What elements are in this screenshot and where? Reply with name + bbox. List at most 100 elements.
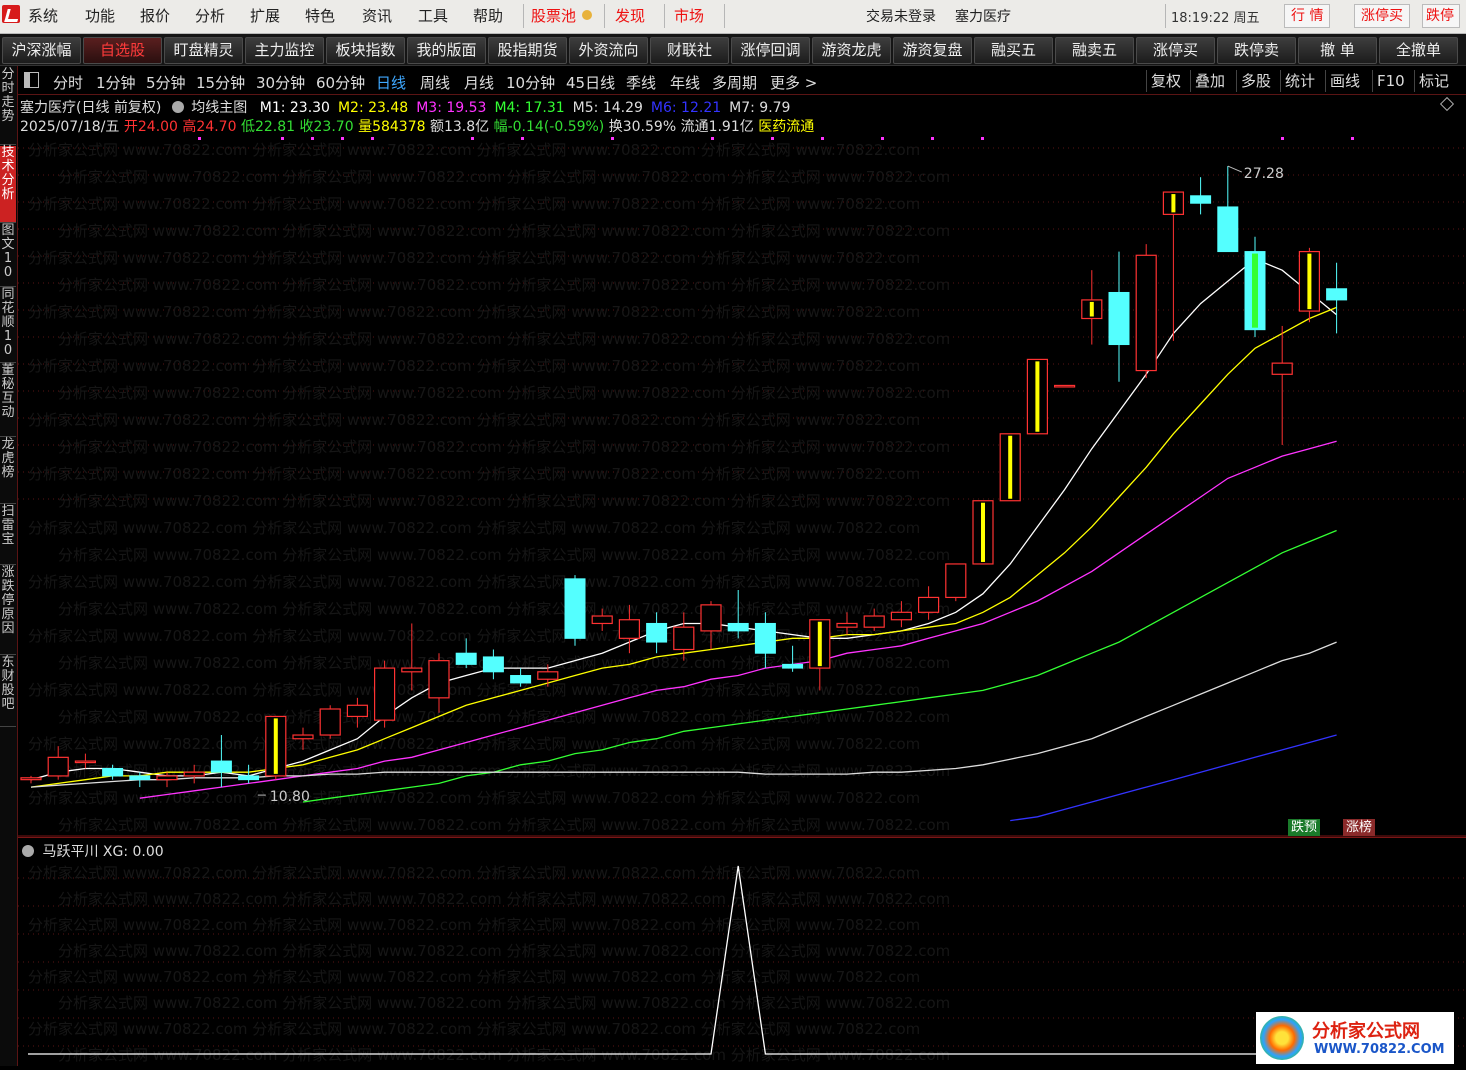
menu-help[interactable]: 帮助 bbox=[473, 5, 503, 26]
candle-body bbox=[47, 756, 69, 777]
menu-discover[interactable]: 发现 bbox=[615, 5, 645, 26]
menu-stock-pool[interactable]: 股票池 bbox=[531, 5, 576, 26]
candle-body bbox=[1271, 362, 1293, 375]
toolbar-button-11[interactable]: 游资复盘 bbox=[893, 37, 972, 64]
chart-tool-4[interactable]: 画线 bbox=[1325, 70, 1364, 92]
toolbar-button-8[interactable]: 财联社 bbox=[650, 37, 729, 64]
chart-tool-1[interactable]: 叠加 bbox=[1190, 70, 1229, 92]
menu-market[interactable]: 市场 bbox=[674, 5, 704, 26]
toolbar-button-10[interactable]: 游资龙虎 bbox=[812, 37, 891, 64]
candle-body bbox=[863, 615, 885, 628]
menu-analysis[interactable]: 分析 bbox=[195, 5, 225, 26]
sub-watermark-text: 分析家公式网 www.70822.com 分析家公式网 www.70822.co… bbox=[58, 942, 950, 960]
left-tab-2[interactable]: 图文10 bbox=[0, 224, 16, 287]
period-5[interactable]: 60分钟 bbox=[316, 72, 365, 93]
toolbar-button-16[interactable]: 撤 单 bbox=[1298, 37, 1377, 64]
menu-quote[interactable]: 报价 bbox=[140, 5, 170, 26]
signal-dot bbox=[521, 137, 524, 140]
watermark-text: 分析家公式网 www.70822.com 分析家公式网 www.70822.co… bbox=[58, 384, 950, 402]
period-9[interactable]: 10分钟 bbox=[506, 72, 555, 93]
toolbar-button-15[interactable]: 跌停卖 bbox=[1217, 37, 1296, 64]
period-1[interactable]: 1分钟 bbox=[96, 72, 136, 93]
period-4[interactable]: 30分钟 bbox=[256, 72, 305, 93]
period-2[interactable]: 5分钟 bbox=[146, 72, 186, 93]
chart-tool-3[interactable]: 统计 bbox=[1280, 70, 1319, 92]
period-12[interactable]: 年线 bbox=[670, 72, 700, 93]
menu-tools[interactable]: 工具 bbox=[418, 5, 448, 26]
watermark-text: 分析家公式网 www.70822.com 分析家公式网 www.70822.co… bbox=[28, 303, 920, 321]
period-6[interactable]: 日线 bbox=[376, 72, 406, 93]
candle-body bbox=[156, 775, 178, 781]
watermark-text: 分析家公式网 www.70822.com 分析家公式网 www.70822.co… bbox=[28, 573, 920, 591]
toolbar-button-14[interactable]: 涨停买 bbox=[1136, 37, 1215, 64]
watermark-text: 分析家公式网 www.70822.com 分析家公式网 www.70822.co… bbox=[28, 735, 920, 753]
candle-body bbox=[673, 626, 695, 651]
toolbar-button-3[interactable]: 主力监控 bbox=[245, 37, 324, 64]
signal-dot bbox=[1281, 137, 1284, 140]
toolbar-button-4[interactable]: 板块指数 bbox=[326, 37, 405, 64]
candle-body bbox=[591, 615, 613, 625]
period-3[interactable]: 15分钟 bbox=[196, 72, 245, 93]
menu-feature[interactable]: 特色 bbox=[305, 5, 335, 26]
max-price-label: 27.28 bbox=[1244, 166, 1284, 182]
sub-watermark-text: 分析家公式网 www.70822.com 分析家公式网 www.70822.co… bbox=[28, 968, 920, 986]
left-tab-8[interactable]: 东财股吧 bbox=[0, 656, 16, 727]
watermark-text: 分析家公式网 www.70822.com 分析家公式网 www.70822.co… bbox=[28, 519, 920, 537]
left-tab-6[interactable]: 扫雷宝 bbox=[0, 505, 16, 565]
left-tab-7[interactable]: 涨跌停原因 bbox=[0, 566, 16, 655]
toolbar-button-1[interactable]: 自选股 bbox=[83, 37, 162, 64]
toolbar-button-6[interactable]: 股指期货 bbox=[488, 37, 567, 64]
sub-watermark-text: 分析家公式网 www.70822.com 分析家公式网 www.70822.co… bbox=[58, 890, 950, 908]
menu-extend[interactable]: 扩展 bbox=[250, 5, 280, 26]
menu-system[interactable]: 系统 bbox=[28, 5, 58, 26]
left-tab-0[interactable]: 分时走势 bbox=[0, 68, 16, 145]
tab-limit-down[interactable]: 跌停 bbox=[1422, 4, 1460, 28]
left-tab-4[interactable]: 董秘互动 bbox=[0, 364, 16, 437]
signal-dot bbox=[198, 137, 201, 140]
signal-dot bbox=[771, 137, 774, 140]
left-tab-3[interactable]: 同花顺10 bbox=[0, 288, 16, 363]
candle-body bbox=[292, 734, 314, 740]
toolbar-button-7[interactable]: 外资流向 bbox=[569, 37, 648, 64]
period-10[interactable]: 45日线 bbox=[566, 72, 615, 93]
toolbar-button-13[interactable]: 融卖五 bbox=[1055, 37, 1134, 64]
panel-toggle-icon[interactable] bbox=[24, 72, 39, 88]
candle-body bbox=[183, 771, 205, 777]
signal-dot bbox=[711, 137, 714, 140]
sub-indicator-chart[interactable]: 分析家公式网 www.70822.com 分析家公式网 www.70822.co… bbox=[18, 838, 1466, 1068]
chart-tool-6[interactable]: 标记 bbox=[1414, 70, 1453, 92]
chart-tool-0[interactable]: 复权 bbox=[1146, 70, 1185, 92]
period-11[interactable]: 季线 bbox=[626, 72, 656, 93]
menu-news[interactable]: 资讯 bbox=[362, 5, 392, 26]
signal-dot bbox=[471, 137, 474, 140]
sub-watermark-text: 分析家公式网 www.70822.com 分析家公式网 www.70822.co… bbox=[58, 1046, 950, 1064]
toolbar-button-12[interactable]: 融买五 bbox=[974, 37, 1053, 64]
chart-tool-5[interactable]: F10 bbox=[1372, 70, 1409, 92]
watermark-text: 分析家公式网 www.70822.com 分析家公式网 www.70822.co… bbox=[58, 330, 950, 348]
toolbar-button-0[interactable]: 沪深涨幅 bbox=[2, 37, 81, 64]
toolbar-button-5[interactable]: 我的版面 bbox=[407, 37, 486, 64]
menu-function[interactable]: 功能 bbox=[85, 5, 115, 26]
tab-quote[interactable]: 行 情 bbox=[1284, 4, 1331, 28]
toolbar-button-17[interactable]: 全撤单 bbox=[1379, 37, 1458, 64]
period-8[interactable]: 月线 bbox=[464, 72, 494, 93]
toolbar-button-2[interactable]: 盯盘精灵 bbox=[164, 37, 243, 64]
period-14[interactable]: 更多 > bbox=[770, 72, 817, 93]
signal-dot bbox=[981, 137, 984, 140]
toolbar-button-9[interactable]: 涨停回调 bbox=[731, 37, 810, 64]
app-logo-icon[interactable] bbox=[2, 5, 20, 23]
candle-limit-marker bbox=[1252, 253, 1258, 328]
period-13[interactable]: 多周期 bbox=[712, 72, 757, 93]
period-0[interactable]: 分时 bbox=[53, 72, 83, 93]
watermark-text: 分析家公式网 www.70822.com 分析家公式网 www.70822.co… bbox=[58, 600, 950, 618]
login-status[interactable]: 交易未登录 bbox=[866, 6, 936, 26]
kline-chart[interactable]: 分析家公式网 www.70822.com 分析家公式网 www.70822.co… bbox=[18, 95, 1466, 837]
chart-tool-2[interactable]: 多股 bbox=[1236, 70, 1275, 92]
period-7[interactable]: 周线 bbox=[420, 72, 450, 93]
flower-logo-icon bbox=[1260, 1016, 1304, 1060]
left-tab-1[interactable]: 技术分析 bbox=[0, 146, 16, 223]
left-tab-5[interactable]: 龙虎榜 bbox=[0, 438, 16, 504]
badge-down-forecast[interactable]: 跌预 bbox=[1288, 819, 1321, 836]
tab-limit-up-buy[interactable]: 涨停买 bbox=[1354, 4, 1410, 28]
badge-up-rank[interactable]: 涨榜 bbox=[1343, 819, 1376, 836]
